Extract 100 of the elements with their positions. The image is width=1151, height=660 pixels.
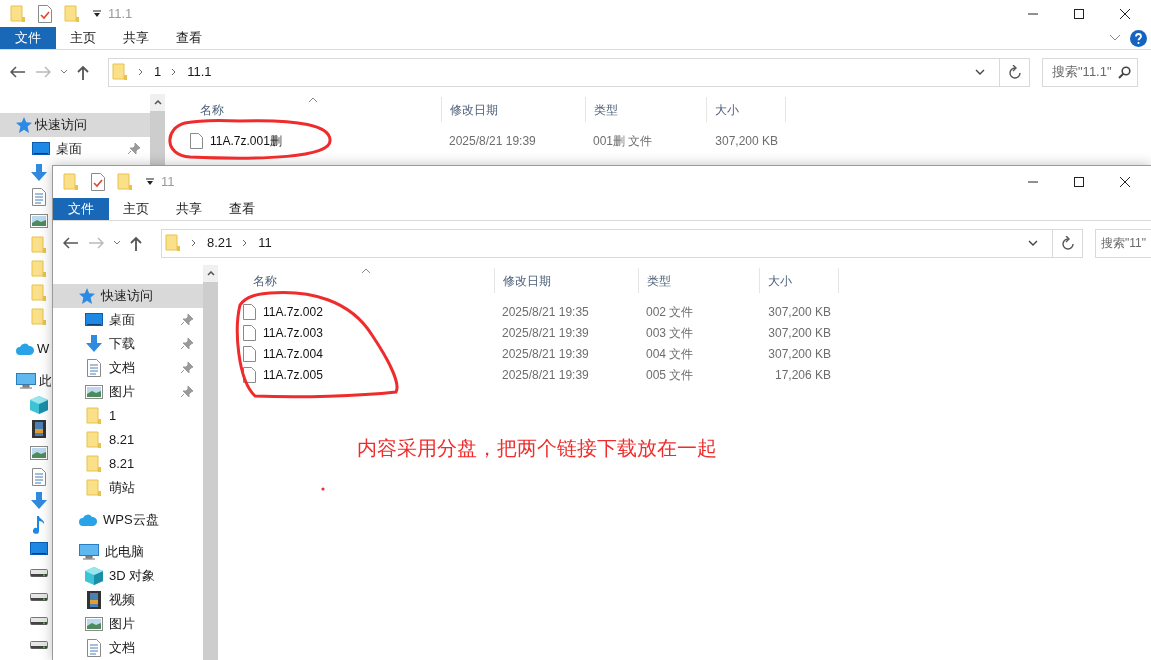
sidebar-item[interactable]: 图片 — [53, 380, 203, 404]
sidebar-item[interactable]: 8.21 — [53, 428, 203, 452]
desktop-icon — [32, 142, 50, 156]
column-header[interactable]: 类型 — [638, 268, 759, 293]
annotation-dot — [321, 487, 325, 491]
file-menu-tab[interactable]: 文件 — [0, 27, 56, 49]
recent-dropdown-icon[interactable] — [60, 69, 68, 75]
column-header[interactable]: 名称 — [165, 97, 441, 122]
scroll-up-icon[interactable] — [206, 271, 215, 276]
file-icon — [190, 132, 203, 149]
star-icon — [16, 117, 32, 133]
dropdown-chevron-icon[interactable] — [1028, 239, 1038, 247]
type-cell-text: 001删 文件 — [592, 132, 654, 150]
folder-icon — [31, 284, 47, 302]
refresh-icon[interactable] — [1008, 65, 1021, 79]
column-header[interactable]: 大小 — [706, 97, 786, 122]
folder-icon — [86, 479, 102, 497]
back-arrow-icon[interactable] — [63, 237, 79, 249]
ribbon-tab[interactable]: 共享 — [162, 198, 215, 220]
back-arrow-icon[interactable] — [10, 66, 26, 78]
date-cell-text: 2025/8/21 19:35 — [501, 303, 590, 321]
column-header[interactable]: 名称 — [218, 268, 494, 293]
pin-icon[interactable] — [181, 338, 193, 350]
ribbon-tab[interactable]: 共享 — [109, 27, 162, 49]
desktop-icon — [85, 313, 103, 327]
sidebar-item[interactable]: 视频 — [53, 588, 203, 612]
file-name[interactable]: 11A.7z.003 — [263, 323, 323, 342]
help-icon[interactable] — [1130, 29, 1147, 47]
pin-icon[interactable] — [181, 362, 193, 374]
film-icon — [32, 420, 46, 438]
ribbon-tab[interactable]: 主页 — [56, 27, 109, 49]
sidebar-item[interactable]: 快速访问 — [0, 113, 150, 137]
drive-icon — [30, 641, 48, 649]
sidebar-item[interactable]: 文档 — [53, 636, 203, 660]
film-icon — [87, 591, 101, 609]
file-name[interactable]: 11A.7z.005 — [263, 365, 323, 384]
download-arrow-icon — [30, 164, 48, 182]
address-bar[interactable]: 8.21 11 — [161, 228, 1083, 258]
chevron-down-icon[interactable] — [1109, 34, 1121, 42]
pin-icon[interactable] — [128, 143, 140, 155]
file-icon — [243, 345, 256, 362]
ribbon-tab[interactable]: 主页 — [109, 198, 162, 220]
column-header[interactable]: 大小 — [759, 268, 839, 293]
ribbon-tab[interactable]: 查看 — [215, 198, 268, 220]
column-header[interactable]: 修改日期 — [441, 97, 585, 122]
sidebar-item[interactable]: 桌面 — [53, 308, 203, 332]
scrollbar[interactable] — [203, 265, 218, 660]
breadcrumb[interactable]: 1 — [154, 62, 162, 82]
up-arrow-icon[interactable] — [130, 235, 142, 251]
search-field[interactable]: 搜索"11.1" — [1042, 57, 1138, 87]
folder-icon — [31, 308, 47, 326]
search-icon[interactable] — [1118, 65, 1131, 79]
sidebar-item[interactable]: WPS云盘 — [53, 508, 203, 532]
breadcrumb[interactable]: 11 — [258, 233, 272, 253]
breadcrumb[interactable]: 11.1 — [187, 62, 212, 82]
size-cell-text: 17,206 KB — [773, 366, 832, 384]
address-bar[interactable]: 1 11.1 — [108, 57, 1030, 87]
document-icon — [32, 468, 46, 486]
type-cell-text: 003 文件 — [645, 324, 695, 342]
file-name[interactable]: 11A.7z.001删 — [210, 131, 282, 150]
refresh-icon[interactable] — [1061, 236, 1074, 250]
dropdown-chevron-icon[interactable] — [975, 68, 985, 76]
desktop-icon — [30, 542, 48, 556]
recent-dropdown-icon[interactable] — [113, 240, 121, 246]
sidebar-item[interactable]: 桌面 — [0, 137, 150, 161]
sidebar-item[interactable]: 8.21 — [53, 452, 203, 476]
sidebar-item[interactable]: 快速访问 — [53, 284, 203, 308]
ribbon-tab[interactable]: 查看 — [162, 27, 215, 49]
up-arrow-icon[interactable] — [77, 64, 89, 80]
column-header[interactable]: 修改日期 — [494, 268, 638, 293]
sidebar-item[interactable]: 图片 — [53, 612, 203, 636]
chevron-right-icon — [138, 68, 144, 76]
sidebar-item[interactable]: 下载 — [53, 332, 203, 356]
checklist-icon[interactable] — [38, 4, 52, 23]
column-header[interactable]: 类型 — [585, 97, 706, 122]
folder-icon — [86, 455, 102, 473]
picture-icon — [30, 446, 48, 460]
sidebar-item[interactable]: 3D 对象 — [53, 564, 203, 588]
sidebar-item[interactable]: 1 — [53, 404, 203, 428]
dropdown-icon[interactable] — [145, 178, 155, 186]
sidebar-item[interactable]: 文档 — [53, 356, 203, 380]
breadcrumb[interactable]: 8.21 — [207, 233, 233, 253]
file-menu-tab[interactable]: 文件 — [53, 198, 109, 220]
drive-icon — [30, 617, 48, 625]
pin-icon[interactable] — [181, 386, 193, 398]
sidebar-item[interactable]: 萌站 — [53, 476, 203, 500]
sidebar-item[interactable]: 此 — [0, 369, 51, 393]
checklist-icon[interactable] — [91, 173, 105, 191]
dropdown-icon[interactable] — [92, 9, 102, 18]
search-field[interactable]: 搜索"11" — [1095, 228, 1151, 258]
sidebar-item[interactable]: W — [0, 337, 51, 361]
chevron-right-icon — [171, 68, 178, 76]
scroll-up-icon[interactable] — [153, 100, 162, 105]
sidebar-item[interactable]: 此电脑 — [53, 540, 203, 564]
file-name[interactable]: 11A.7z.002 — [263, 302, 323, 321]
computer-icon — [79, 544, 99, 560]
cube-icon — [85, 567, 103, 585]
pin-icon[interactable] — [181, 314, 193, 326]
file-name[interactable]: 11A.7z.004 — [263, 344, 323, 363]
cloud-icon — [16, 343, 34, 355]
